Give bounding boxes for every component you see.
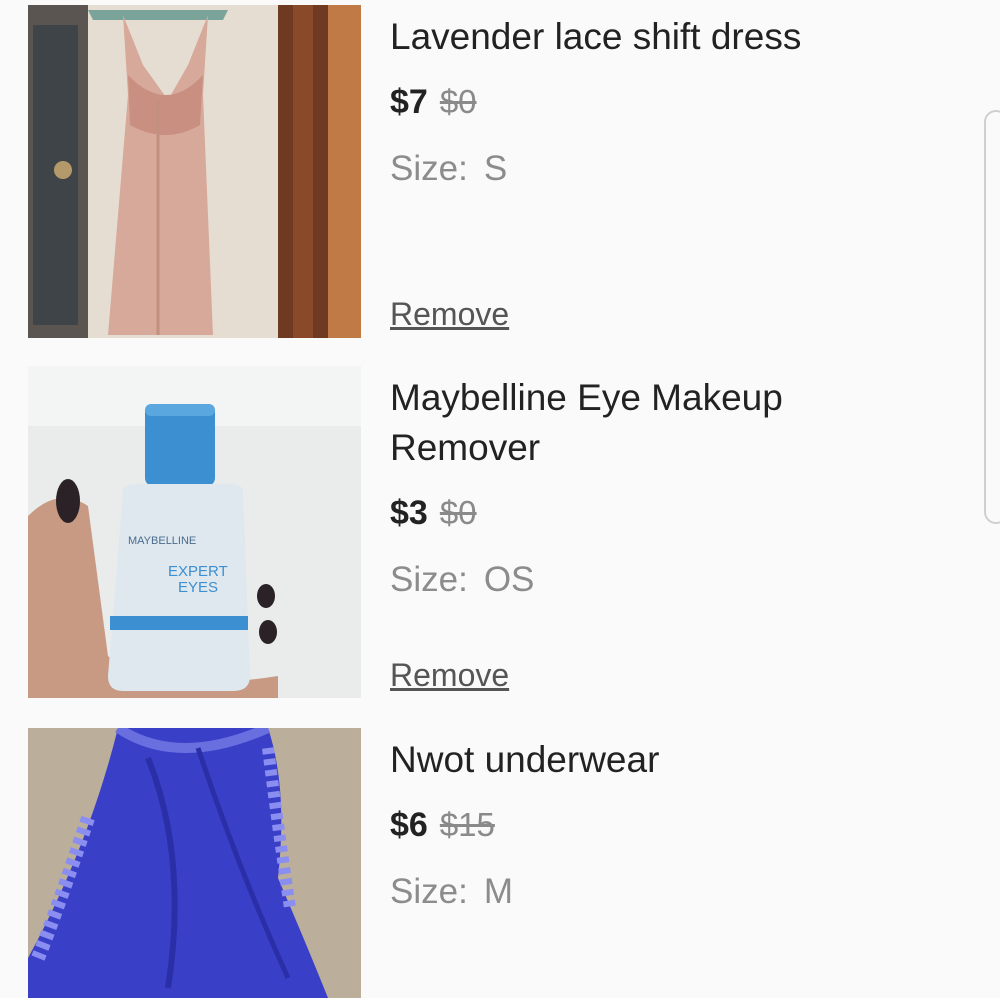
dress-photo-icon [28,5,361,338]
item-original-price: $0 [439,83,477,120]
item-title[interactable]: Maybelline Eye Makeup Remover [390,373,950,473]
item-info: Nwot underwear $6 $15 Size: M [390,735,950,917]
item-title-line2: Remover [390,427,541,468]
remove-link[interactable]: Remove [390,296,509,333]
item-size: Size: S [390,144,950,194]
item-info: Maybelline Eye Makeup Remover $3 $0 Size:… [390,373,950,605]
underwear-photo-icon [28,728,361,998]
size-value: OS [483,560,535,599]
list-item: MAYBELLINE EXPERT EYES Maybelline Eye Ma… [0,360,1000,705]
size-value: M [483,872,513,911]
list-item: Nwot underwear $6 $15 Size: M [0,722,1000,998]
price-row: $3 $0 [390,491,950,535]
makeup-remover-photo-icon: MAYBELLINE EXPERT EYES [28,366,361,698]
item-title[interactable]: Lavender lace shift dress [390,12,950,62]
item-original-price: $0 [439,494,477,531]
item-price: $7 [390,83,428,121]
price-row: $7 $0 [390,80,950,124]
bottle-brand: MAYBELLINE [128,535,196,547]
item-size: Size: M [390,867,950,917]
item-title-line1: Maybelline Eye Makeup [390,377,783,418]
bottle-line1: EXPERT [168,563,228,580]
product-image[interactable] [28,5,361,338]
price-row: $6 $15 [390,803,950,847]
item-info: Lavender lace shift dress $7 $0 Size: S [390,12,950,194]
cart-item-list: Lavender lace shift dress $7 $0 Size: S Re… [0,0,1000,998]
product-image[interactable]: MAYBELLINE EXPERT EYES [28,366,361,698]
item-original-price: $15 [439,806,495,843]
item-price: $6 [390,806,428,844]
item-size: Size: OS [390,555,950,605]
side-scroll-handle[interactable] [984,110,1000,524]
item-price: $3 [390,494,428,532]
size-label: Size: [390,560,468,599]
list-item: Lavender lace shift dress $7 $0 Size: S Re… [0,0,1000,340]
product-image[interactable] [28,728,361,998]
item-title[interactable]: Nwot underwear [390,735,950,785]
size-value: S [483,149,508,188]
bottle-line2: EYES [178,579,218,596]
size-label: Size: [390,149,468,188]
size-label: Size: [390,872,468,911]
remove-link[interactable]: Remove [390,657,509,694]
